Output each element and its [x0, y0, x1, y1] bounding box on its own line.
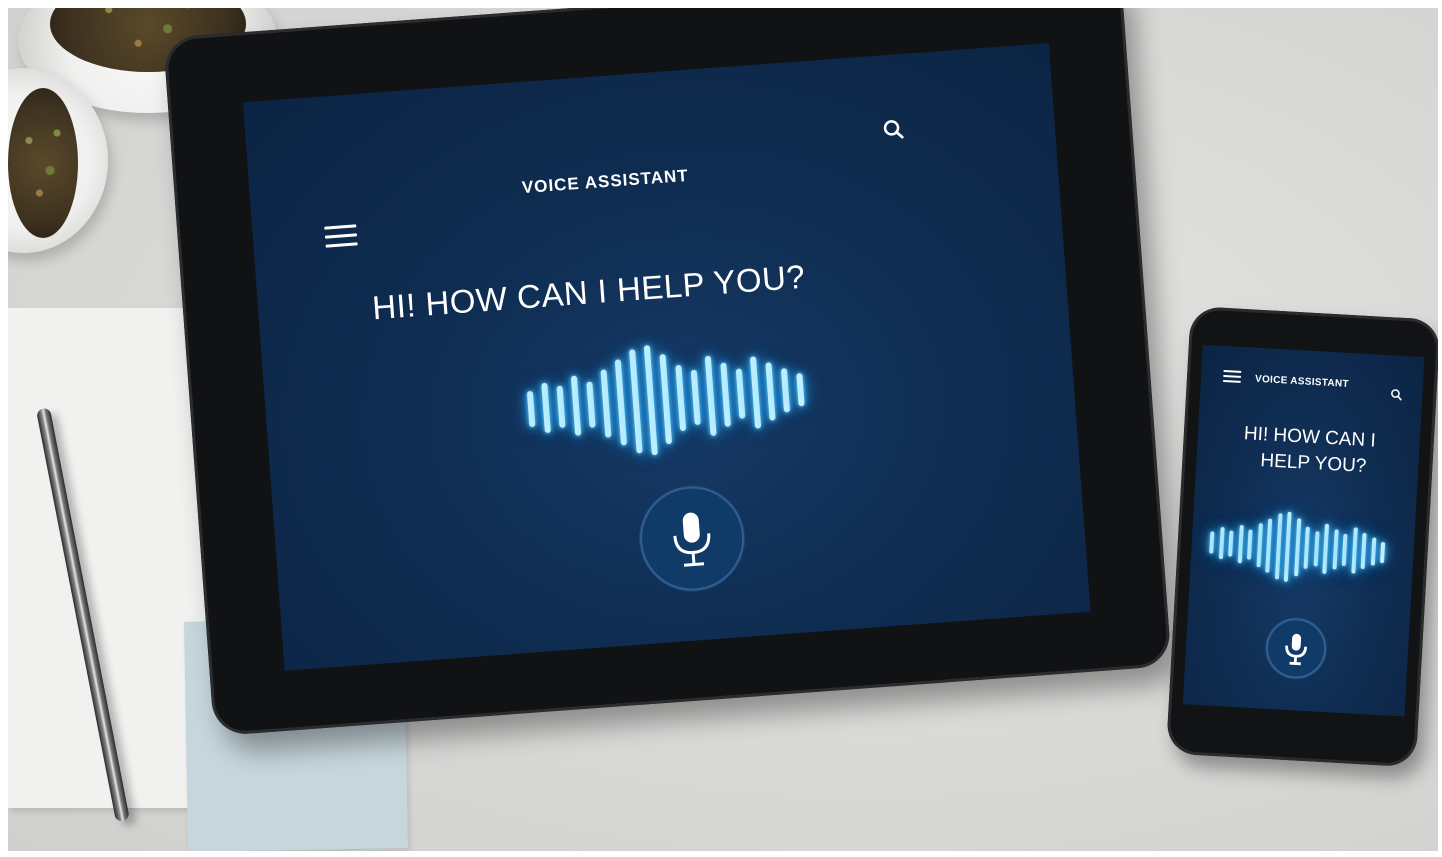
tablet: VOICE ASSISTANT HI! HOW CAN I HELP YOU?: [163, 8, 1172, 737]
waveform-bar: [1218, 527, 1225, 559]
voice-waveform: [524, 333, 821, 464]
waveform-bar: [1341, 534, 1348, 566]
tablet-frame: VOICE ASSISTANT HI! HOW CAN I HELP YOU?: [163, 8, 1172, 737]
waveform-bar: [586, 381, 596, 428]
microphone-icon: [1285, 633, 1308, 666]
waveform-bar: [570, 375, 582, 437]
waveform-bar: [780, 368, 791, 413]
waveform-bar: [629, 349, 643, 454]
waveform-bar: [541, 383, 551, 433]
microphone-icon: [673, 512, 711, 567]
waveform-bar: [1303, 526, 1310, 569]
phone-screen: VOICE ASSISTANT HI! HOW CAN I HELP YOU?: [1182, 344, 1425, 717]
phone-frame: VOICE ASSISTANT HI! HOW CAN I HELP YOU?: [1165, 306, 1438, 768]
greeting-heading: HI! HOW CAN I HELP YOU?: [370, 257, 807, 327]
waveform-bar: [735, 368, 746, 419]
microphone-button[interactable]: [636, 482, 748, 595]
waveform-bar: [1283, 511, 1292, 582]
waveform-bar: [1332, 529, 1339, 570]
waveform-bar: [556, 385, 566, 428]
waveform-bar: [1322, 523, 1330, 575]
waveform-bar: [1228, 530, 1234, 557]
waveform-bar: [526, 391, 536, 427]
waveform-bar: [1274, 512, 1283, 580]
waveform-bar: [1265, 518, 1273, 574]
waveform-bar: [1293, 518, 1301, 577]
waveform-bar: [1350, 527, 1358, 574]
waveform-bar: [1370, 537, 1376, 566]
waveform-bar: [796, 372, 805, 406]
header-title: VOICE ASSISTANT: [521, 165, 690, 198]
microphone-button[interactable]: [1264, 616, 1328, 681]
search-icon[interactable]: [1390, 387, 1403, 401]
waveform-bar: [690, 369, 701, 425]
desk-scene: VOICE ASSISTANT HI! HOW CAN I HELP YOU?: [8, 8, 1438, 851]
header-title: VOICE ASSISTANT: [1254, 373, 1350, 390]
waveform-bar: [1379, 541, 1386, 563]
waveform-bar: [749, 356, 762, 429]
waveform-bar: [600, 369, 612, 438]
menu-icon[interactable]: [1222, 369, 1242, 383]
voice-waveform: [1208, 507, 1392, 587]
greeting-line-2: HELP YOU?: [1259, 450, 1367, 478]
waveform-bar: [1360, 532, 1367, 570]
waveform-bar: [1237, 524, 1244, 564]
waveform-bar: [614, 359, 628, 446]
greeting-line-1: HI! HOW CAN I: [1243, 423, 1377, 452]
waveform-bar: [1313, 530, 1320, 566]
waveform-bar: [1256, 523, 1263, 567]
waveform-bar: [659, 353, 673, 445]
tablet-screen: VOICE ASSISTANT HI! HOW CAN I HELP YOU?: [242, 43, 1091, 671]
waveform-bar: [1209, 531, 1215, 554]
smartphone: VOICE ASSISTANT HI! HOW CAN I HELP YOU?: [1165, 306, 1438, 768]
waveform-bar: [720, 362, 731, 427]
waveform-bar: [765, 362, 776, 421]
waveform-bar: [643, 345, 658, 456]
waveform-bar: [675, 364, 687, 432]
search-icon[interactable]: [882, 118, 906, 142]
waveform-bar: [1246, 529, 1253, 560]
waveform-bar: [704, 356, 717, 436]
menu-icon[interactable]: [324, 224, 358, 248]
